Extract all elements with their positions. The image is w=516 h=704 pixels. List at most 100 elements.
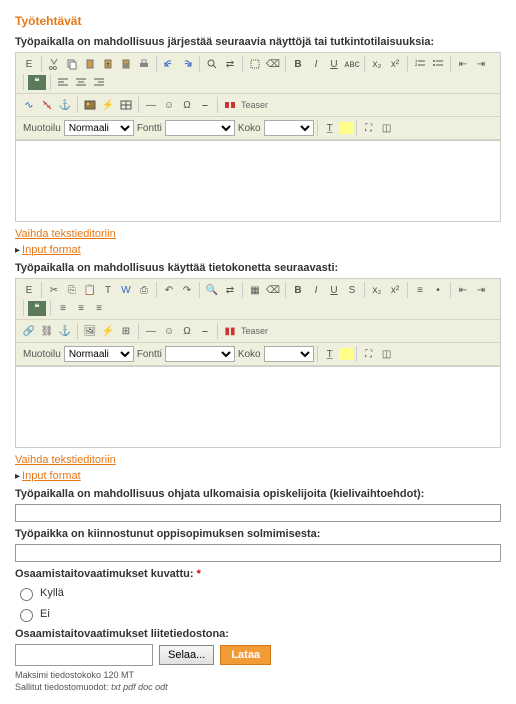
upload-button[interactable]: Lataa [220, 645, 271, 665]
blockquote-icon[interactable]: ❝ [28, 75, 46, 90]
file-path-input[interactable] [15, 644, 153, 666]
underline-icon[interactable]: U [325, 55, 343, 73]
unlink-icon[interactable] [38, 96, 56, 114]
underline-icon[interactable]: U [325, 281, 343, 299]
smiley-icon[interactable]: ☺ [160, 322, 178, 340]
size-select[interactable] [264, 346, 314, 362]
sup-icon[interactable]: x² [386, 281, 404, 299]
outdent-icon[interactable]: ⇤ [454, 55, 472, 73]
removefmt-icon[interactable]: ⌫ [264, 55, 282, 73]
italic-icon[interactable]: I [307, 281, 325, 299]
editor1-format-link[interactable]: Input format [22, 244, 81, 256]
radio-no[interactable] [20, 609, 33, 622]
source-icon[interactable]: E [20, 55, 38, 73]
align-right-icon[interactable] [90, 73, 108, 91]
cut-icon[interactable]: ✂ [45, 281, 63, 299]
format-select[interactable]: Normaali [64, 120, 134, 136]
bgcolor-icon[interactable] [339, 122, 353, 134]
undo-icon[interactable]: ↶ [160, 281, 178, 299]
specialchar-icon[interactable]: Ω [178, 322, 196, 340]
image-icon[interactable] [81, 96, 99, 114]
hr-icon[interactable]: — [142, 322, 160, 340]
radio-yes[interactable] [20, 588, 33, 601]
paste-icon[interactable] [81, 55, 99, 73]
anchor-icon[interactable]: ⚓ [56, 322, 74, 340]
size-select[interactable] [264, 120, 314, 136]
sup-icon[interactable]: x² [386, 55, 404, 73]
ul-icon[interactable]: • [429, 281, 447, 299]
sub-icon[interactable]: x₂ [368, 55, 386, 73]
smiley-icon[interactable]: ☺ [160, 96, 178, 114]
link-icon[interactable]: 🔗 [20, 322, 38, 340]
paste-word-icon[interactable]: W [117, 55, 135, 73]
print-icon[interactable]: ⎙ [135, 281, 153, 299]
blockquote-icon[interactable]: ❝ [28, 301, 46, 316]
redo-icon[interactable] [178, 55, 196, 73]
align-center-icon[interactable] [72, 73, 90, 91]
hr-icon[interactable]: — [142, 96, 160, 114]
redo-icon[interactable]: ↷ [178, 281, 196, 299]
showblocks-icon[interactable]: ◫ [378, 119, 396, 137]
paste-icon[interactable]: 📋 [81, 281, 99, 299]
maximize-icon[interactable]: ⛶ [360, 119, 378, 137]
source-icon[interactable]: E [20, 281, 38, 299]
foreign-input[interactable] [15, 504, 501, 522]
selectall-icon[interactable] [246, 55, 264, 73]
pagebreak-icon[interactable]: ⎯ [196, 96, 214, 114]
pagebreak-icon[interactable]: ⎯ [196, 322, 214, 340]
paste-text-icon[interactable]: T [99, 55, 117, 73]
browse-button[interactable]: Selaa... [159, 645, 214, 665]
unlink-icon[interactable]: ⛓ [38, 322, 56, 340]
paste-text-icon[interactable]: T [99, 281, 117, 299]
replace-icon[interactable]: ⇄ [221, 55, 239, 73]
format-select[interactable]: Normaali [64, 346, 134, 362]
paste-word-icon[interactable]: W [117, 281, 135, 299]
editor2-textarea[interactable] [15, 366, 501, 448]
link-icon[interactable] [20, 96, 38, 114]
align-right-icon[interactable]: ≡ [90, 299, 108, 317]
anchor-icon[interactable]: ⚓ [56, 96, 74, 114]
replace-icon[interactable]: ⇄ [221, 281, 239, 299]
selectall-icon[interactable]: ▦ [246, 281, 264, 299]
showblocks-icon[interactable]: ◫ [378, 345, 396, 363]
flash-icon[interactable]: ⚡ [99, 322, 117, 340]
contract-input[interactable] [15, 544, 501, 562]
editor2-format-link[interactable]: Input format [22, 470, 81, 482]
outdent-icon[interactable]: ⇤ [454, 281, 472, 299]
print-icon[interactable] [135, 55, 153, 73]
maximize-icon[interactable]: ⛶ [360, 345, 378, 363]
textcolor-icon[interactable]: T̲ [321, 345, 339, 363]
strike-icon[interactable]: ᴀʙᴄ [343, 55, 361, 73]
indent-icon[interactable]: ⇥ [472, 281, 490, 299]
removefmt-icon[interactable]: ⌫ [264, 281, 282, 299]
font-select[interactable] [165, 120, 235, 136]
ul-icon[interactable] [429, 55, 447, 73]
image-icon[interactable]: 🖼 [81, 322, 99, 340]
align-left-icon[interactable]: ≡ [54, 299, 72, 317]
ol-icon[interactable]: 12 [411, 55, 429, 73]
ol-icon[interactable]: ≡ [411, 281, 429, 299]
copy-icon[interactable]: ⎘ [63, 281, 81, 299]
find-icon[interactable] [203, 55, 221, 73]
table-icon[interactable] [117, 96, 135, 114]
undo-icon[interactable] [160, 55, 178, 73]
cut-icon[interactable] [45, 55, 63, 73]
italic-icon[interactable]: I [307, 55, 325, 73]
teaser-break-icon[interactable]: ▮▮ [221, 322, 239, 340]
sub-icon[interactable]: x₂ [368, 281, 386, 299]
copy-icon[interactable] [63, 55, 81, 73]
bold-icon[interactable]: B [289, 281, 307, 299]
editor1-textarea[interactable] [15, 140, 501, 222]
bgcolor-icon[interactable] [339, 348, 353, 360]
specialchar-icon[interactable]: Ω [178, 96, 196, 114]
textcolor-icon[interactable]: T̲ [321, 119, 339, 137]
bold-icon[interactable]: B [289, 55, 307, 73]
editor1-switch-link[interactable]: Vaihda tekstieditoriin [15, 228, 116, 240]
editor2-switch-link[interactable]: Vaihda tekstieditoriin [15, 454, 116, 466]
align-left-icon[interactable] [54, 73, 72, 91]
align-center-icon[interactable]: ≡ [72, 299, 90, 317]
flash-icon[interactable]: ⚡ [99, 96, 117, 114]
font-select[interactable] [165, 346, 235, 362]
indent-icon[interactable]: ⇥ [472, 55, 490, 73]
table-icon[interactable]: ⊞ [117, 322, 135, 340]
